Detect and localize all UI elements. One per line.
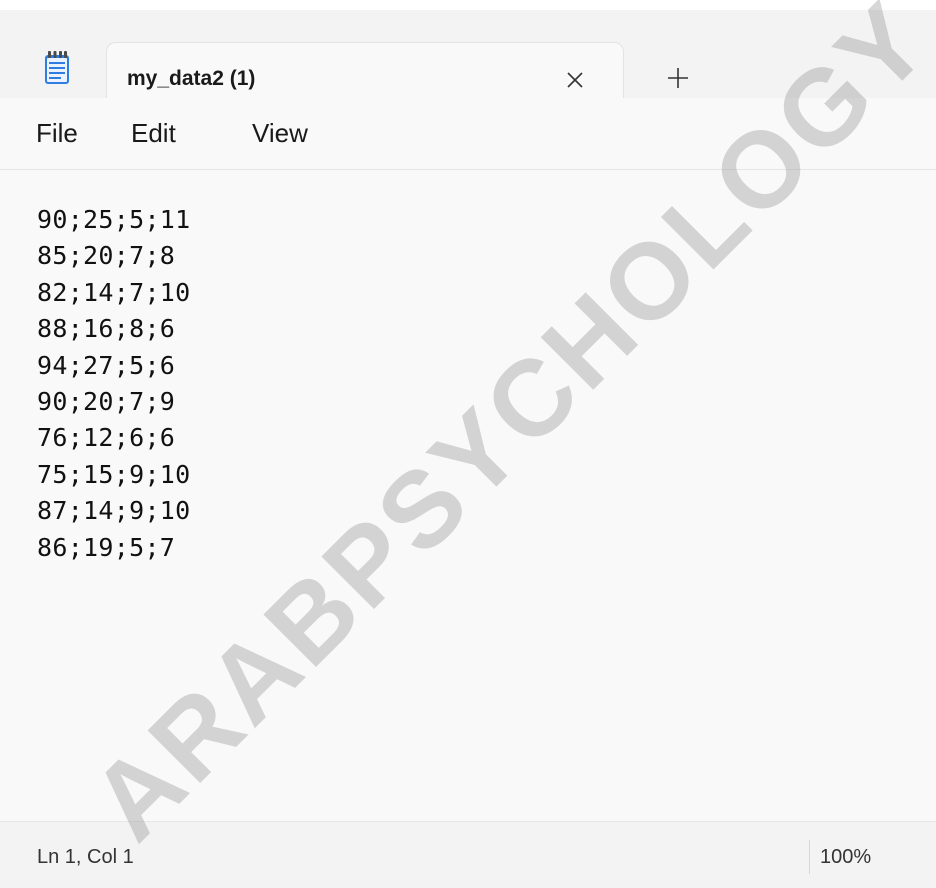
text-editor[interactable]: 90;25;5;11 85;20;7;8 82;14;7;10 88;16;8;…: [0, 171, 936, 821]
editor-line: 76;12;6;6: [37, 423, 176, 453]
editor-line: 86;19;5;7: [37, 532, 176, 562]
window-top-margin: [0, 0, 936, 10]
editor-line: 82;14;7;10: [37, 277, 191, 307]
notepad-icon: [44, 51, 70, 85]
editor-content[interactable]: 90;25;5;11 85;20;7;8 82;14;7;10 88;16;8;…: [37, 202, 191, 566]
menu-edit[interactable]: Edit: [131, 118, 176, 149]
editor-line: 88;16;8;6: [37, 314, 176, 344]
zoom-level[interactable]: 100%: [820, 846, 871, 869]
editor-line: 94;27;5;6: [37, 350, 176, 380]
menu-bar: File Edit View: [0, 98, 936, 170]
menu-view[interactable]: View: [252, 118, 308, 149]
editor-line: 75;15;9;10: [37, 459, 191, 489]
title-bar: my_data2 (1): [0, 10, 936, 110]
editor-line: 85;20;7;8: [37, 241, 176, 271]
editor-line: 87;14;9;10: [37, 496, 191, 526]
close-icon[interactable]: [555, 60, 595, 100]
status-divider: [809, 840, 810, 874]
notepad-window: my_data2 (1) File Edit View 90;25;5;11 8…: [0, 0, 936, 888]
editor-line: 90;20;7;9: [37, 386, 176, 416]
editor-line: 90;25;5;11: [37, 205, 191, 234]
tab-title: my_data2 (1): [127, 67, 256, 90]
plus-icon[interactable]: [656, 56, 700, 100]
status-bar: Ln 1, Col 1 100%: [0, 821, 936, 888]
menu-file[interactable]: File: [36, 118, 78, 149]
cursor-position: Ln 1, Col 1: [37, 846, 134, 868]
